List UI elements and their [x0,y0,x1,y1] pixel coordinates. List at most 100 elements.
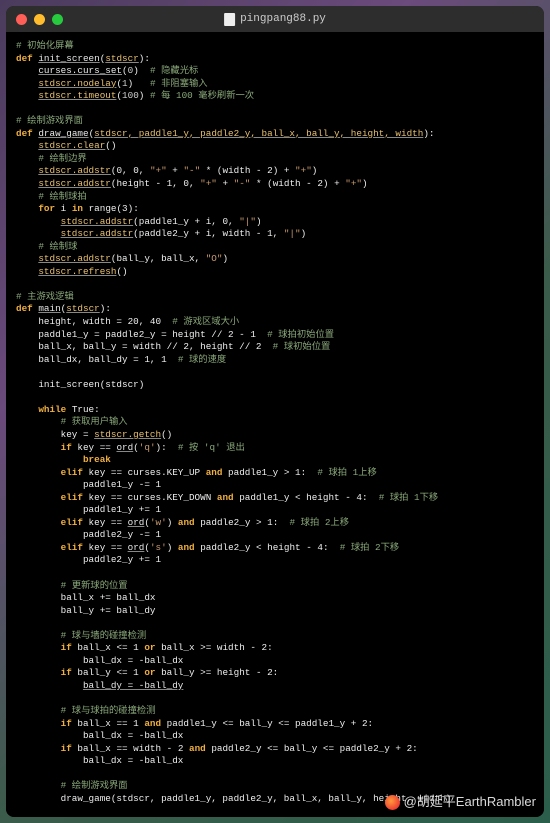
keyword-or: or [144,667,155,678]
expr: paddle1_y > 1: [222,467,306,478]
op: + [167,165,184,176]
keyword-if: if [61,667,72,678]
expr: key == curses.KEY_DOWN [83,492,217,503]
keyword-in: in [72,203,83,214]
comment: # 非阻塞输入 [150,78,208,89]
comment: # 球的速度 [178,354,226,365]
expr: True: [66,404,99,415]
window-titlebar: pingpang88.py [6,6,544,32]
op: + [217,178,234,189]
str: "|" [239,216,256,227]
keyword-elif: elif [61,542,83,553]
stmt: ball_x += ball_dx [61,592,156,603]
comment: # 球初始位置 [273,341,331,352]
expr: ball_x == 1 [72,718,145,729]
keyword-break: break [83,454,111,465]
expr: * (width - 2) + [250,178,345,189]
expr: key == curses.KEY_UP [83,467,206,478]
keyword-if: if [61,718,72,729]
expr: ball_x <= 1 [72,642,145,653]
comment: # 绘制边界 [38,153,86,164]
code-editor[interactable]: # 初始化屏幕 def init_screen(stdscr): curses.… [6,32,544,817]
keyword-elif: elif [61,492,83,503]
expr: ball_y <= 1 [72,667,145,678]
expr: paddle2_y > 1: [195,517,279,528]
comment: # 初始化屏幕 [16,40,74,51]
expr: paddle1_y <= ball_y <= paddle1_y + 2: [161,718,373,729]
str: "+" [295,165,312,176]
call: stdscr.refresh [38,266,116,277]
keyword-or: or [144,642,155,653]
stmt: paddle1_y -= 1 [83,479,161,490]
stmt: paddle1_y = paddle2_y = height // 2 - 1 [38,329,256,340]
comment: # 球拍初始位置 [267,329,334,340]
file-icon [224,13,235,26]
comment: # 更新球的位置 [61,580,128,591]
call: stdscr.addstr [61,228,134,239]
num: 0 [128,65,134,76]
comment: # 绘制游戏界面 [16,115,83,126]
params: stdscr, paddle1_y, paddle2_y, ball_x, ba… [94,128,423,139]
function-name: init_screen [38,53,99,64]
param: stdscr [105,53,138,64]
comment: # 球拍 2下移 [340,542,400,553]
args: ball_y, ball_x, [116,253,205,264]
filename-label: pingpang88.py [240,12,326,27]
args: 0, 0, [116,165,149,176]
expr: key == [83,542,128,553]
expr: ball_x == width - 2 [72,743,189,754]
comment: # 绘制游戏界面 [61,780,128,791]
comment: # 游戏区域大小 [172,316,239,327]
args: paddle2_y + i, width - 1, [139,228,284,239]
keyword-for: for [38,203,55,214]
num: 100 [122,90,139,101]
str: 'w' [150,517,167,528]
keyword-and: and [178,517,195,528]
stmt: ball_dx = -ball_dx [83,730,183,741]
keyword-if: if [61,642,72,653]
close-button[interactable] [16,14,27,25]
comment: # 球与球拍的碰撞检测 [61,705,156,716]
call: ord [128,517,145,528]
function-name: draw_game [38,128,88,139]
editor-window: pingpang88.py # 初始化屏幕 def init_screen(st… [6,6,544,817]
str: "|" [284,228,301,239]
stmt: height, width = 20, 40 [38,316,161,327]
traffic-lights [16,14,63,25]
watermark-text: @胡延平EarthRambler [404,793,536,811]
call: stdscr.nodelay [38,78,116,89]
watermark: @胡延平EarthRambler [385,793,536,811]
stmt: ball_dx = -ball_dx [83,755,183,766]
keyword-while: while [38,404,66,415]
expr: paddle1_y < height - 4: [234,492,368,503]
expr: paddle2_y <= ball_y <= paddle2_y + 2: [206,743,418,754]
keyword-and: and [178,542,195,553]
stmt: ball_dx = -ball_dx [83,655,183,666]
stmt: paddle2_y += 1 [83,554,161,565]
keyword-and: and [189,743,206,754]
keyword-and: and [217,492,234,503]
keyword-def: def [16,128,33,139]
keyword-elif: elif [61,467,83,478]
keyword-def: def [16,53,33,64]
call: stdscr.addstr [38,178,111,189]
call: stdscr.addstr [61,216,134,227]
call: stdscr.timeout [38,90,116,101]
expr: ball_y >= height - 2: [156,667,279,678]
keyword-def: def [16,303,33,314]
keyword-and: and [206,467,223,478]
comment: # 隐藏光标 [150,65,198,76]
str: "O" [206,253,223,264]
comment: # 主游戏逻辑 [16,291,74,302]
keyword-if: if [61,442,72,453]
keyword-if: if [61,743,72,754]
maximize-button[interactable] [52,14,63,25]
stmt: init_screen(stdscr) [38,379,144,390]
comment: # 球拍 2上移 [289,517,349,528]
function-name: main [38,303,60,314]
stmt: ball_dy = -ball_dy [83,680,183,691]
call: stdscr.clear [38,140,105,151]
comment: # 绘制球 [38,241,77,252]
minimize-button[interactable] [34,14,45,25]
call: ord [116,442,133,453]
